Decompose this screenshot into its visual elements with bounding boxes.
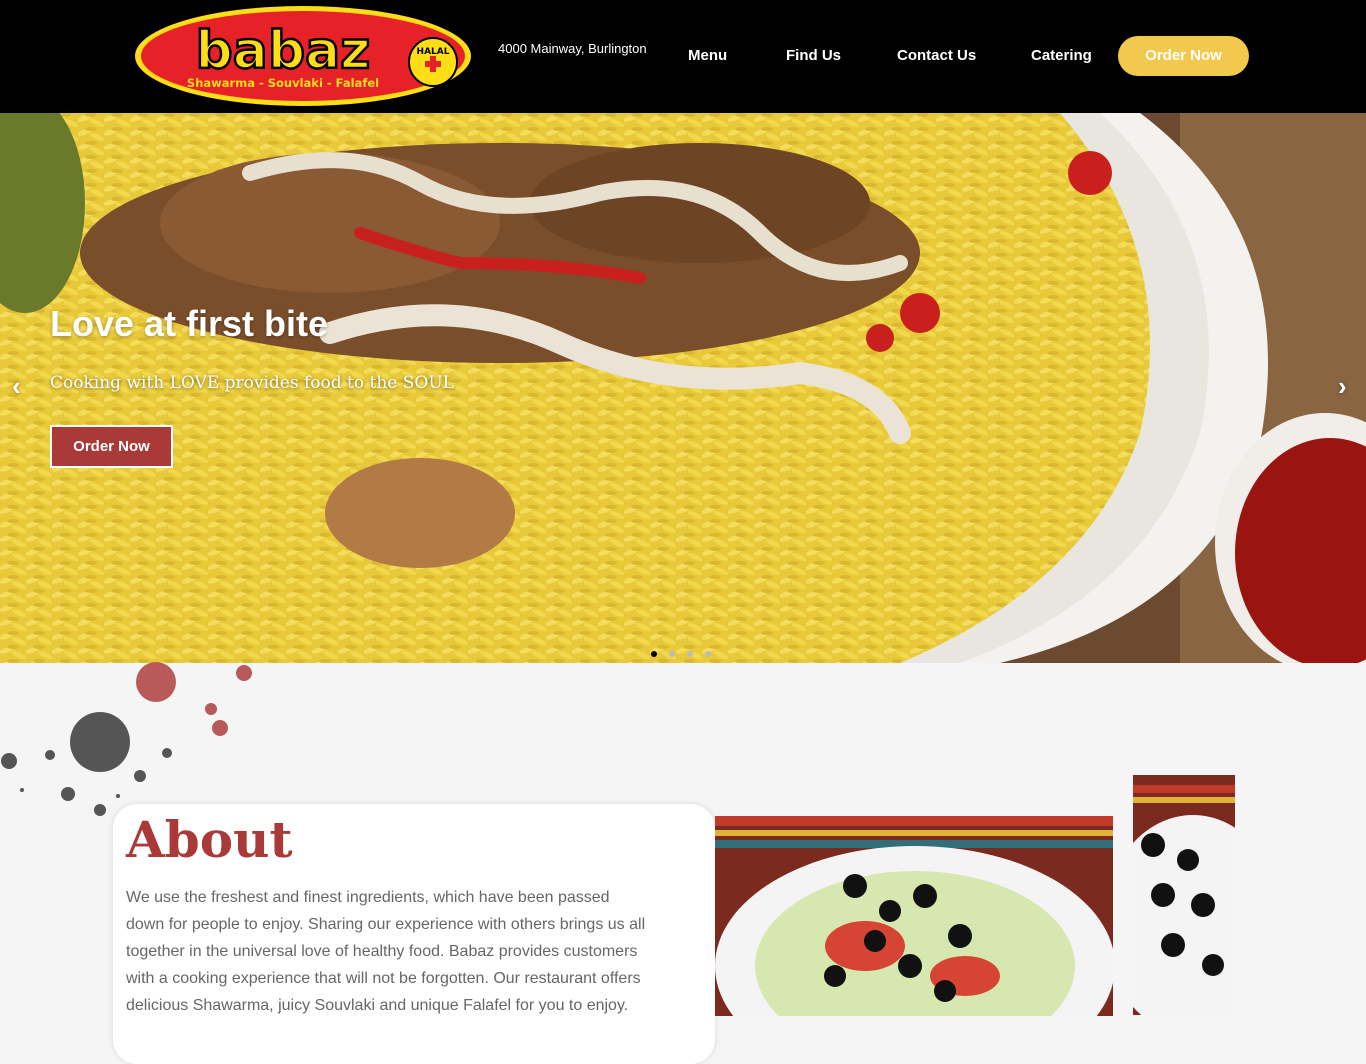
site-header: babaz Shawarma - Souvlaki - Falafel HALA… (0, 0, 1366, 113)
slider-dot[interactable] (651, 651, 657, 657)
nav-contact-us[interactable]: Contact Us (897, 47, 976, 64)
slider-dot[interactable] (687, 651, 693, 657)
about-title: About (126, 810, 293, 869)
hero-title: Love at first bite (50, 303, 329, 344)
about-text: We use the freshest and finest ingredien… (126, 889, 646, 1014)
nav-menu[interactable]: Menu (688, 47, 727, 64)
paint-splatter-decoration (1, 662, 252, 816)
slider-dot[interactable] (705, 651, 711, 657)
hero-order-now-button[interactable]: Order Now (50, 425, 173, 468)
slider-dots (651, 644, 723, 657)
greek-salad-photo (715, 816, 1113, 1016)
logo-halal: HALAL (417, 47, 450, 57)
chevron-right-icon[interactable]: › (1338, 371, 1347, 402)
hero-slider: Love at first bite Cooking with LOVE pro… (0, 113, 1366, 663)
logo-wordmark: babaz (196, 21, 371, 81)
about-card: About We use the freshest and finest ing… (113, 804, 715, 1064)
header-address: 4000 Mainway, Burlington (498, 41, 647, 56)
logo-tagline: Shawarma - Souvlaki - Falafel (187, 76, 379, 90)
hero-subtitle: Cooking with LOVE provides food to the S… (50, 373, 454, 393)
nav-catering[interactable]: Catering (1031, 47, 1092, 64)
slider-dot[interactable] (669, 651, 675, 657)
chevron-left-icon[interactable]: ‹ (12, 371, 21, 402)
header-order-now-button[interactable]: Order Now (1118, 36, 1249, 76)
nav-find-us[interactable]: Find Us (786, 47, 841, 64)
olive-salad-photo (1133, 775, 1235, 1015)
babaz-logo[interactable]: babaz Shawarma - Souvlaki - Falafel HALA… (133, 4, 473, 108)
